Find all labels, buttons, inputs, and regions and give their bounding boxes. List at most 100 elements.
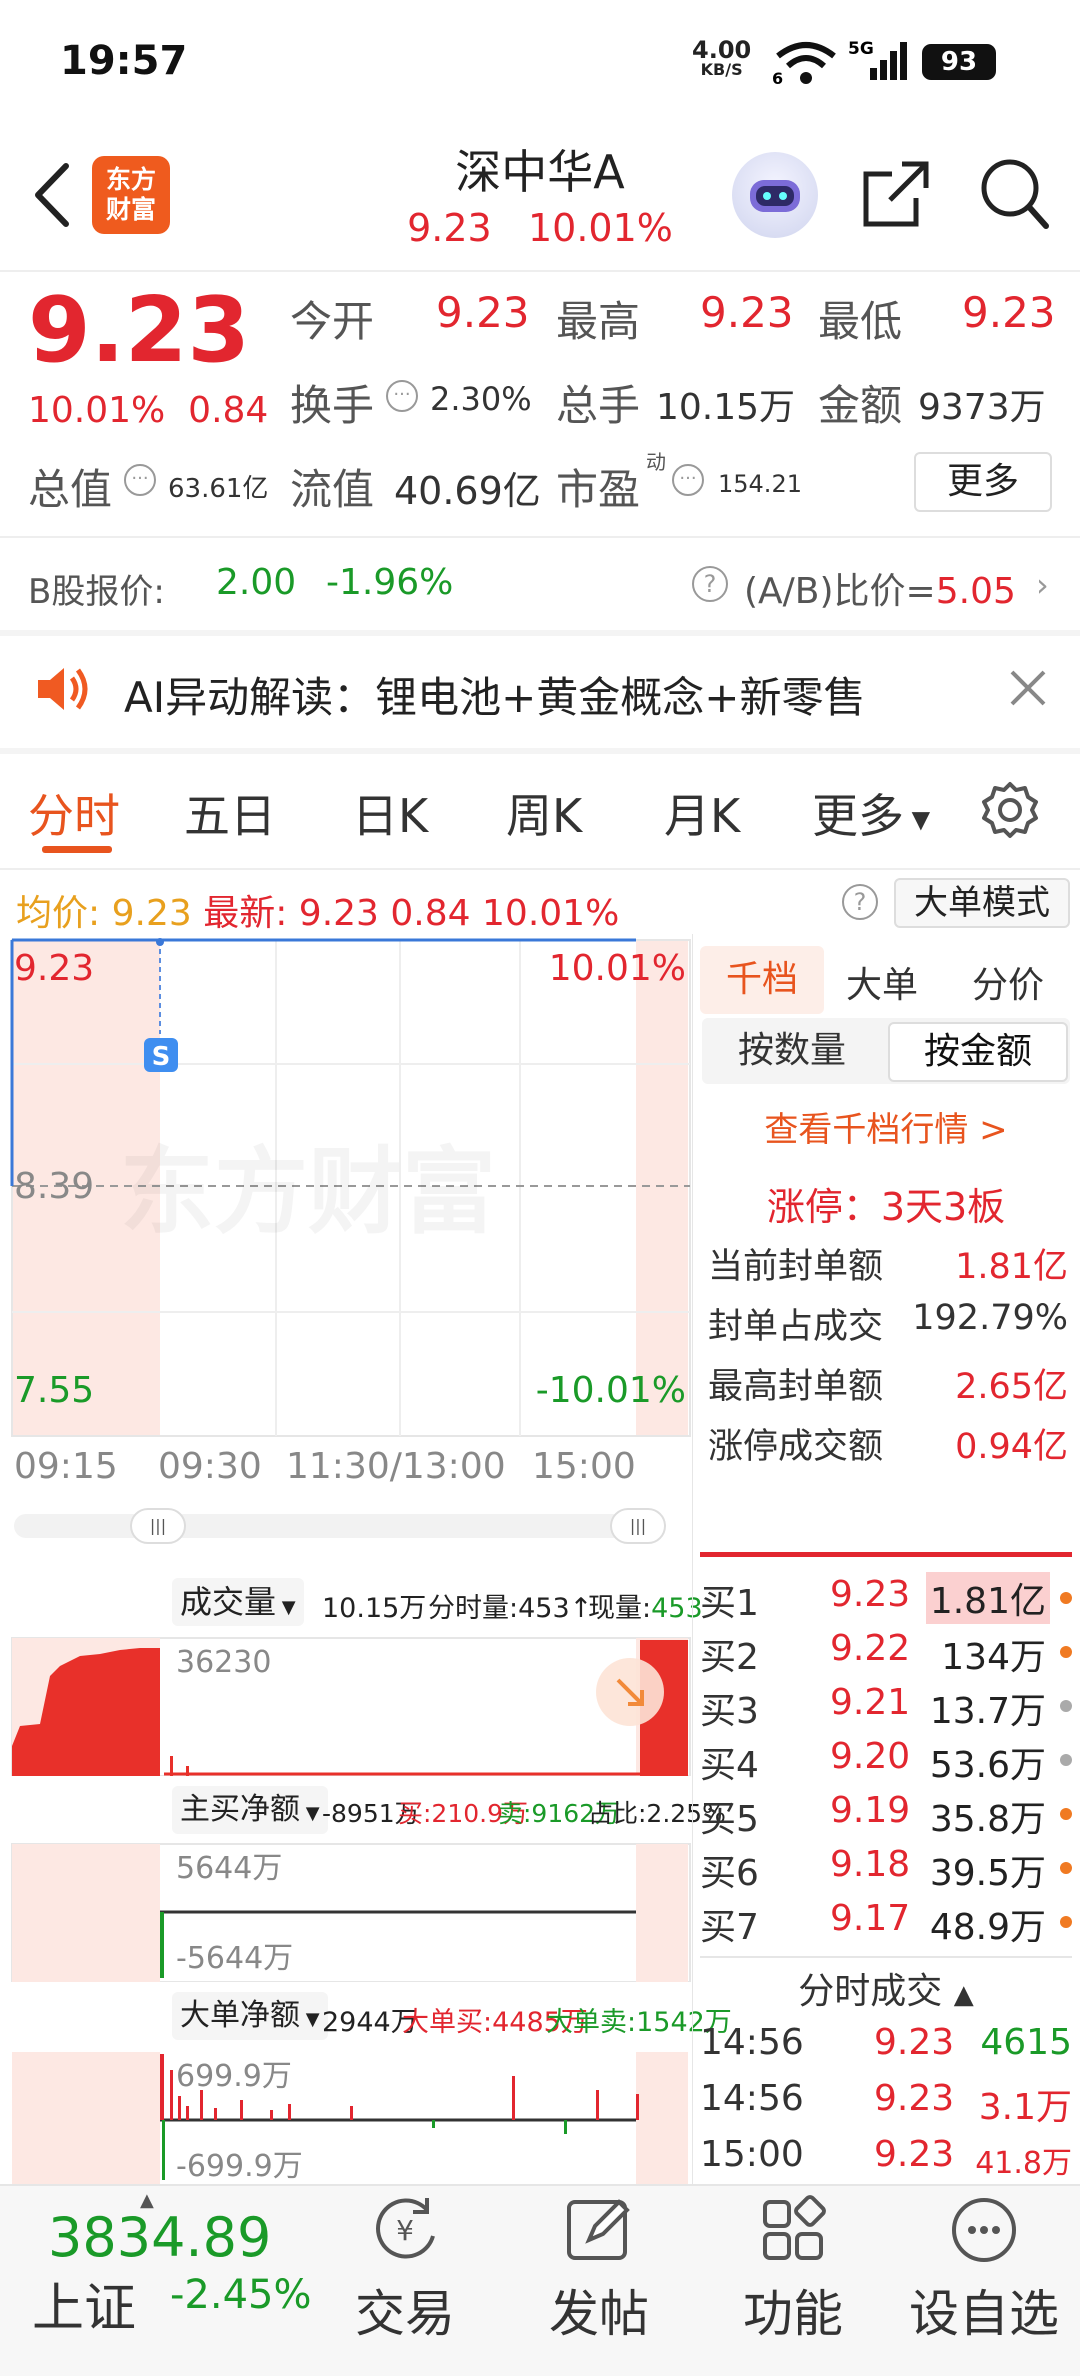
bid-row[interactable]: 买2 9.22 134万	[700, 1628, 1072, 1678]
turnover-info-icon[interactable]: ···	[386, 380, 418, 412]
share-icon[interactable]	[860, 158, 932, 230]
bid-volume: 134万	[941, 1637, 1046, 1678]
minute-volume: 分时量:453↑	[428, 1593, 593, 1624]
turnover-value: 2.30%	[430, 380, 532, 418]
seal-max-label: 最高封单额	[708, 1367, 884, 1407]
bid-volume: 48.9万	[929, 1907, 1046, 1948]
bid-level: 买7	[700, 1907, 759, 1948]
tab-intraday[interactable]: 分时	[28, 780, 120, 846]
net-buy-selector[interactable]: 主买净额 ▼	[172, 1786, 328, 1834]
ab-chevron-icon[interactable]: ›	[1036, 566, 1049, 604]
bid-dot-icon	[1060, 1700, 1072, 1712]
nav-watchlist[interactable]: 设自选	[896, 2192, 1072, 2368]
nav-post[interactable]: 发帖	[534, 2192, 664, 2368]
bid-row[interactable]: 买5 9.19 35.8万	[700, 1790, 1072, 1840]
caret-up-icon: ▲	[953, 1980, 974, 2010]
tab-five-day[interactable]: 五日	[184, 780, 276, 846]
bid-row[interactable]: 买3 9.21 13.7万	[700, 1682, 1072, 1732]
settings-gear-icon[interactable]	[980, 780, 1040, 840]
big-order-mode-button[interactable]: 大单模式	[894, 878, 1070, 928]
volume-chart[interactable]: 36230	[0, 1636, 700, 1776]
pe-superscript: 动	[646, 450, 666, 474]
tab-intraday-label: 分时	[28, 789, 120, 843]
side-tab-big-order[interactable]: 大单	[846, 956, 918, 1008]
bid-price: 9.21	[830, 1682, 911, 1723]
big-order-axis-top: 699.9万	[176, 2059, 292, 2094]
ai-insight-text[interactable]: AI异动解读：锂电池+黄金概念+新零售	[124, 664, 866, 725]
tick-time: 14:56	[700, 2022, 804, 2063]
bid-price: 9.22	[830, 1628, 911, 1669]
tab-weekly-k[interactable]: 周K	[506, 780, 582, 846]
ticks-title[interactable]: 分时成交 ▲	[700, 1962, 1072, 2014]
speaker-icon	[34, 664, 90, 714]
tick-row: 14:56 9.23 4615	[700, 2022, 1072, 2074]
pe-info-icon[interactable]: ···	[672, 464, 704, 496]
last-label: 最新:	[203, 893, 288, 934]
tab-more[interactable]: 更多 ▼	[812, 780, 930, 846]
header-pct: 10.01%	[527, 206, 673, 250]
current-price: 9.23	[28, 278, 251, 383]
bid-price: 9.20	[830, 1736, 911, 1777]
tick-price: 9.23	[874, 2134, 955, 2175]
view-depth-link[interactable]: 查看千档行情 >	[700, 1102, 1072, 1151]
high-value: 9.23	[700, 288, 794, 337]
bid-row[interactable]: 买1 9.23 1.81亿	[700, 1572, 1072, 1624]
close-icon[interactable]	[1008, 668, 1048, 708]
bid-row[interactable]: 买4 9.20 53.6万	[700, 1736, 1072, 1786]
net-speed-value: 4.00	[692, 36, 752, 64]
bid-price: 9.17	[830, 1898, 911, 1939]
bid-level: 买2	[700, 1637, 759, 1678]
range-slider-left-handle[interactable]: |||	[130, 1508, 186, 1544]
wifi-sub-label: 6	[772, 69, 783, 86]
nav-trade[interactable]: ¥ 交易	[340, 2192, 470, 2368]
bid-row[interactable]: 买7 9.17 48.9万	[700, 1898, 1072, 1948]
net-buy-axis-top: 5644万	[176, 1851, 282, 1886]
side-tab-price-dist[interactable]: 分价	[972, 956, 1044, 1008]
back-icon[interactable]	[26, 160, 76, 230]
y-axis-top: 9.23	[14, 948, 94, 989]
side-subtab-by-amount[interactable]: 按金额	[888, 1022, 1068, 1082]
help-icon[interactable]: ?	[692, 566, 728, 602]
tick-price: 9.23	[874, 2022, 955, 2063]
side-subtab-by-qty[interactable]: 按数量	[702, 1018, 882, 1084]
index-widget[interactable]: ▲ 3834.89 上证 -2.45%	[20, 2190, 320, 2370]
edit-icon	[567, 2199, 630, 2260]
amount-value: 9373万	[918, 387, 1046, 428]
bid-volume: 39.5万	[929, 1853, 1046, 1894]
range-slider-right-handle[interactable]: |||	[610, 1508, 666, 1544]
robot-avatar-icon[interactable]	[732, 152, 818, 238]
side-tab-depth[interactable]: 千档	[700, 946, 824, 1014]
mcap-info-icon[interactable]: ···	[124, 464, 156, 496]
limit-up-streak: 涨停：3天3板	[766, 1185, 1006, 1229]
range-slider-track[interactable]	[14, 1514, 664, 1538]
net-speed-unit: KB/S	[700, 60, 743, 79]
bshare-pct: -1.96%	[326, 562, 454, 603]
volume-selector[interactable]: 成交量 ▼	[172, 1578, 304, 1626]
mcap-value: 63.61亿	[168, 474, 269, 504]
tab-daily-k[interactable]: 日K	[352, 780, 428, 846]
search-icon[interactable]	[978, 156, 1050, 232]
side-panel-divider	[692, 934, 693, 2184]
s-marker-icon[interactable]: S	[144, 1038, 178, 1072]
nav-functions[interactable]: 功能	[728, 2192, 858, 2368]
more-button[interactable]: 更多	[914, 452, 1052, 512]
big-order-selector[interactable]: 大单净额 ▼	[172, 1992, 328, 2040]
seal-current-value: 1.81亿	[955, 1247, 1068, 1287]
bid-row[interactable]: 买6 9.18 39.5万	[700, 1844, 1072, 1894]
nav-post-label: 发帖	[549, 2285, 649, 2343]
more-dots-icon	[952, 2198, 1016, 2262]
bid-volume: 53.6万	[929, 1745, 1046, 1786]
high-label: 最高	[556, 297, 641, 346]
volume-arrow-icon[interactable]	[596, 1658, 664, 1726]
price-chart[interactable]: S 东方财富 9.23 8.39 7.55 10.01% -10.01%	[0, 934, 700, 1474]
net-buy-chart[interactable]: 5644万 -5644万	[0, 1842, 700, 1982]
low-label: 最低	[818, 297, 903, 346]
caret-down-icon: ▼	[300, 2009, 320, 2030]
pe-value: 154.21	[718, 470, 802, 498]
ab-ratio[interactable]: (A/B)比价=5.05	[744, 562, 1016, 614]
big-order-chart[interactable]: 699.9万 -699.9万	[0, 2050, 700, 2184]
chart-help-icon[interactable]: ?	[842, 884, 878, 920]
tab-monthly-k[interactable]: 月K	[664, 780, 740, 846]
wifi-icon: 6	[772, 40, 836, 86]
bid-dot-icon	[1060, 1592, 1072, 1604]
